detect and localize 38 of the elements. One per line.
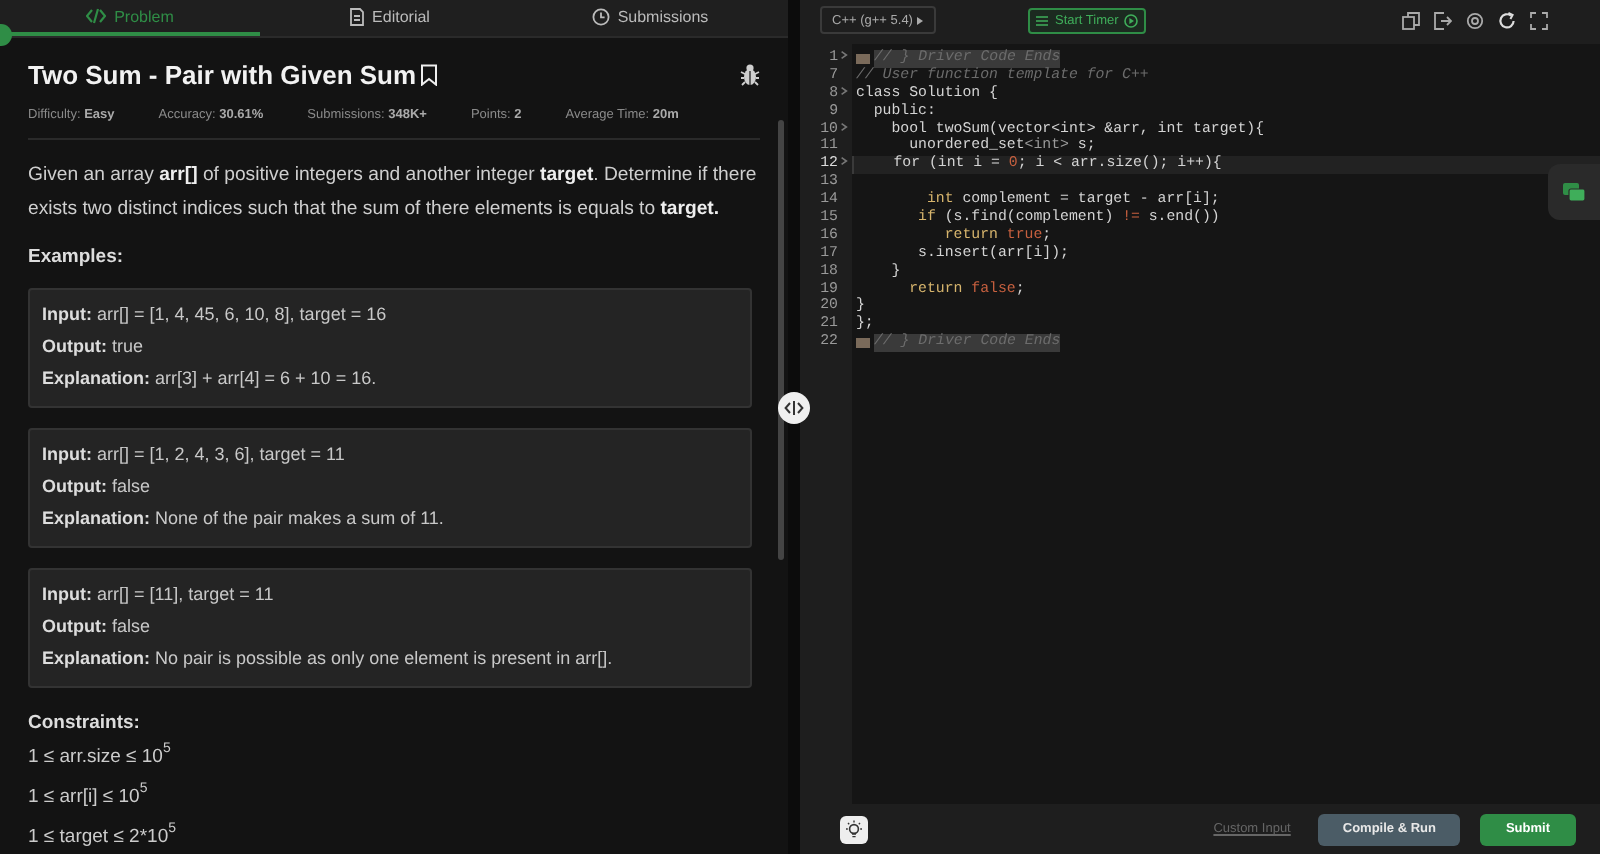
export-icon[interactable] — [1434, 11, 1452, 29]
clock-icon — [591, 7, 610, 25]
play-icon — [1124, 13, 1139, 27]
example-output-text: Output: false — [42, 474, 152, 500]
code-icon — [86, 8, 107, 24]
caret-icon — [916, 15, 925, 25]
example-output-text: Output: false — [42, 614, 152, 640]
hint-button[interactable] — [840, 815, 868, 843]
example-explanation-text: Explanation: None of the pair makes a sum of 11. — [42, 506, 446, 532]
example-input-text: Input: arr[] = [1, 2, 4, 3, 6], target = 11 — [42, 442, 347, 468]
constraint: 1 ≤ arr.size ≤ 10$^{5}$ — [28, 740, 173, 772]
problem-title: Two Sum - Pair with Given Sum — [28, 60, 417, 90]
scrollbar[interactable] — [778, 120, 784, 560]
example-explanation-text: Explanation: No pair is possible as only one element is present in arr[]. — [42, 646, 615, 672]
chat-icon — [1562, 181, 1586, 203]
problem-description: Given an array arr[] of positive integers and another integer target. Determine if there exists two distinct indices such that the sum of there elements is equals to target. — [28, 162, 759, 224]
example-explanation-text: Explanation: arr[3] + arr[4] = 6 + 10 = 16. — [42, 366, 379, 392]
lightbulb-icon — [844, 819, 864, 839]
document-icon — [350, 7, 365, 25]
list-icon — [1036, 15, 1049, 25]
constraint: 1 ≤ arr[i] ≤ 10$^{5}$ — [28, 780, 150, 812]
fold-marker-icon[interactable] — [856, 338, 870, 349]
tab[interactable]: Submissions — [520, 0, 780, 36]
section-heading: Examples: — [28, 246, 126, 268]
copy-icon[interactable] — [1402, 11, 1420, 29]
resize-icon — [784, 400, 804, 416]
tab[interactable]: Editorial — [260, 0, 520, 36]
example-input-text: Input: arr[] = [1, 4, 45, 6, 10, 8], target = 16 — [42, 302, 389, 328]
settings-icon[interactable] — [1466, 11, 1484, 29]
example-output-text: Output: true — [42, 334, 145, 360]
bookmark-icon[interactable] — [420, 64, 439, 86]
example-input-text: Input: arr[] = [11], target = 11 — [42, 582, 276, 608]
chat-button[interactable] — [1548, 164, 1600, 220]
bug-icon[interactable] — [740, 64, 760, 86]
constraint: 1 ≤ target ≤ 2*10$^{5}$ — [28, 820, 179, 852]
section-heading: Constraints: — [28, 712, 142, 734]
refresh-icon[interactable] — [1498, 11, 1516, 29]
fold-marker-icon[interactable] — [856, 53, 870, 64]
